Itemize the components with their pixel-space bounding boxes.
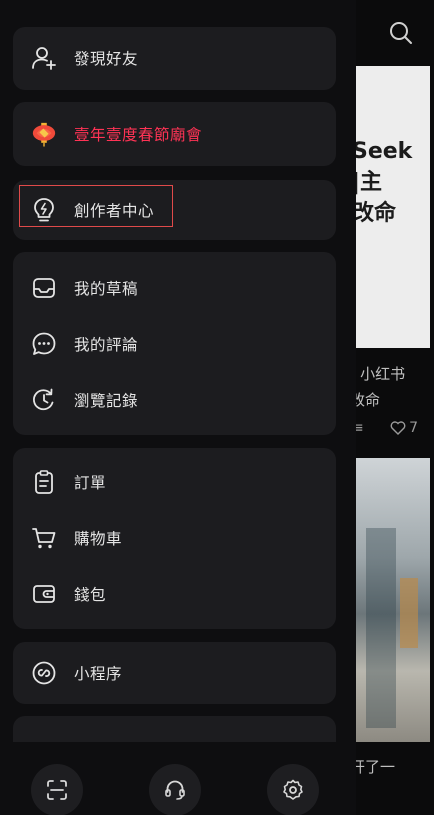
- side-drawer: 發現好友 壹年壹度春節廟會 創作者中心 我的草稿 我的評論 瀏覽記錄 訂單 購物…: [0, 0, 356, 815]
- settings-icon: [281, 778, 305, 802]
- menu-item-label: 小程序: [74, 665, 123, 683]
- clipboard-icon: [31, 469, 57, 495]
- image-content: [366, 528, 396, 728]
- feed-card-title-text: Seek |主 改命: [356, 139, 413, 226]
- menu-item-cart[interactable]: 購物車: [13, 513, 336, 563]
- menu-item-label: 我的評論: [74, 336, 139, 354]
- menu-item-label: 錢包: [74, 586, 107, 604]
- scan-button[interactable]: [31, 764, 83, 815]
- settings-button[interactable]: [267, 764, 319, 815]
- inbox-icon: [31, 275, 57, 301]
- like-button[interactable]: 7: [390, 420, 418, 436]
- menu-item-drafts[interactable]: 我的草稿: [13, 263, 336, 313]
- feed-card-meta: ≡ 7: [356, 420, 430, 442]
- menu-item-label: 瀏覽記錄: [74, 392, 139, 410]
- menu-item-label: 創作者中心: [74, 202, 155, 220]
- feed-card-title: Seek |主 改命: [356, 136, 412, 229]
- image-content-door: [400, 578, 418, 648]
- lightbulb-icon: [31, 197, 57, 223]
- menu-item-creator-center[interactable]: 創作者中心: [13, 185, 336, 235]
- menu-item-label: 發現好友: [74, 50, 139, 68]
- background-feed: Seek |主 改命 - 小红书 改命 ≡ 7 开了一: [356, 0, 434, 815]
- feed-card-caption-2[interactable]: 开了一: [356, 756, 395, 777]
- menu-item-find-friends[interactable]: 發現好友: [13, 33, 336, 83]
- menu-item-label: 壹年壹度春節廟會: [74, 126, 203, 144]
- history-clock-icon: [31, 387, 57, 413]
- menu-item-label: 訂單: [74, 474, 107, 492]
- menu-item-my-comments[interactable]: 我的評論: [13, 319, 336, 369]
- like-count: 7: [409, 420, 418, 436]
- chat-bubble-icon: [31, 331, 57, 357]
- search-icon[interactable]: [388, 20, 414, 46]
- feed-card-image-2[interactable]: [356, 458, 430, 742]
- menu-group-content: 我的草稿 我的評論 瀏覽記錄: [13, 252, 336, 435]
- menu-item-browse-history[interactable]: 瀏覽記錄: [13, 375, 336, 425]
- customer-service-button[interactable]: [149, 764, 201, 815]
- customer-service-icon: [163, 778, 187, 802]
- menu-item-mini-program[interactable]: 小程序: [13, 648, 336, 698]
- menu-item-wallet[interactable]: 錢包: [13, 569, 336, 619]
- menu-item-label: 購物車: [74, 530, 123, 548]
- add-user-icon: [31, 45, 57, 71]
- feed-card-image[interactable]: Seek |主 改命: [356, 66, 430, 348]
- scan-icon: [45, 778, 69, 802]
- wallet-icon: [31, 581, 57, 607]
- menu-group-shopping: 訂單 購物車 錢包: [13, 448, 336, 629]
- drawer-bottom-bar: [0, 742, 356, 815]
- shopping-cart-icon: [31, 525, 57, 551]
- lantern-icon: [31, 121, 57, 147]
- feed-card-caption[interactable]: - 小红书 改命: [356, 361, 405, 413]
- heart-icon: [390, 421, 406, 435]
- mini-program-icon: [31, 660, 57, 686]
- menu-group-creator: 創作者中心: [13, 180, 336, 240]
- menu-item-label: 我的草稿: [74, 280, 139, 298]
- menu-item-spring-festival[interactable]: 壹年壹度春節廟會: [13, 109, 336, 159]
- menu-group-friends: 發現好友: [13, 27, 336, 90]
- feed-card-author-fragment: ≡: [356, 420, 364, 436]
- menu-item-orders[interactable]: 訂單: [13, 457, 336, 507]
- menu-group-festival: 壹年壹度春節廟會: [13, 102, 336, 166]
- menu-group-mini-program: 小程序: [13, 642, 336, 704]
